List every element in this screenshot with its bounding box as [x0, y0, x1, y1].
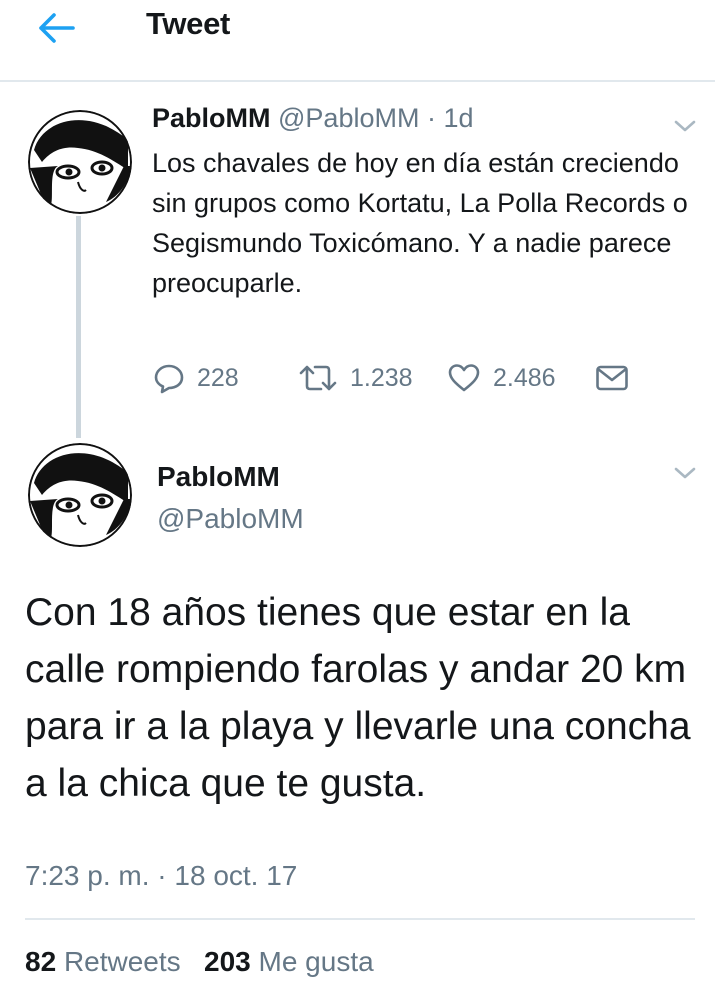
parent-tweet-header: PabloMM @PabloMM · 1d — [152, 103, 474, 134]
retweets-label: Retweets — [63, 946, 181, 977]
likes-count: 203 — [204, 946, 251, 977]
arrow-left-icon — [39, 13, 75, 43]
back-button[interactable] — [34, 8, 78, 48]
direct-message-button[interactable] — [595, 364, 629, 392]
main-tweet-handle[interactable]: @PabloMM — [157, 503, 304, 535]
like-button[interactable]: 2.486 — [447, 362, 556, 394]
parent-tweet-text: Los chavales de hoy en día están crecien… — [152, 148, 688, 298]
divider — [25, 918, 695, 920]
tweet-stats: 82 Retweets 203 Me gusta — [25, 946, 374, 978]
avatar[interactable] — [28, 443, 132, 547]
main-tweet-text: Con 18 años tienes que estar en la calle… — [25, 591, 691, 805]
main-tweet-name[interactable]: PabloMM — [157, 461, 280, 493]
retweet-button[interactable]: 1.238 — [298, 362, 413, 394]
page-title: Tweet — [146, 6, 231, 41]
retweet-icon — [299, 365, 337, 391]
chevron-down-icon — [674, 467, 696, 479]
retweets-stat[interactable]: 82 Retweets — [25, 946, 181, 977]
envelope-icon — [596, 365, 628, 391]
like-count: 2.486 — [493, 363, 556, 392]
parent-tweet-menu-button[interactable] — [672, 116, 698, 136]
parent-tweet-handle[interactable]: @PabloMM — [278, 103, 419, 133]
avatar[interactable] — [28, 110, 132, 214]
main-tweet-menu-button[interactable] — [672, 463, 698, 483]
parent-tweet-age: 1d — [443, 103, 474, 133]
reply-count: 228 — [197, 363, 239, 392]
main-tweet-timestamp[interactable]: 7:23 p. m. · 18 oct. 17 — [25, 860, 297, 892]
avatar-image — [28, 110, 132, 214]
meta-separator: · — [426, 103, 436, 133]
top-bar: Tweet — [0, 0, 715, 82]
retweet-count: 1.238 — [350, 363, 413, 392]
parent-tweet-name[interactable]: PabloMM — [152, 103, 271, 133]
thread-connector-line — [76, 216, 81, 438]
retweets-count: 82 — [25, 946, 57, 977]
reply-button[interactable]: 228 — [153, 362, 239, 394]
heart-icon — [448, 364, 480, 392]
chevron-down-icon — [674, 120, 696, 132]
avatar-image — [28, 443, 132, 547]
likes-stat[interactable]: 203 Me gusta — [204, 946, 374, 977]
likes-label: Me gusta — [258, 946, 374, 977]
reply-icon — [154, 364, 184, 394]
